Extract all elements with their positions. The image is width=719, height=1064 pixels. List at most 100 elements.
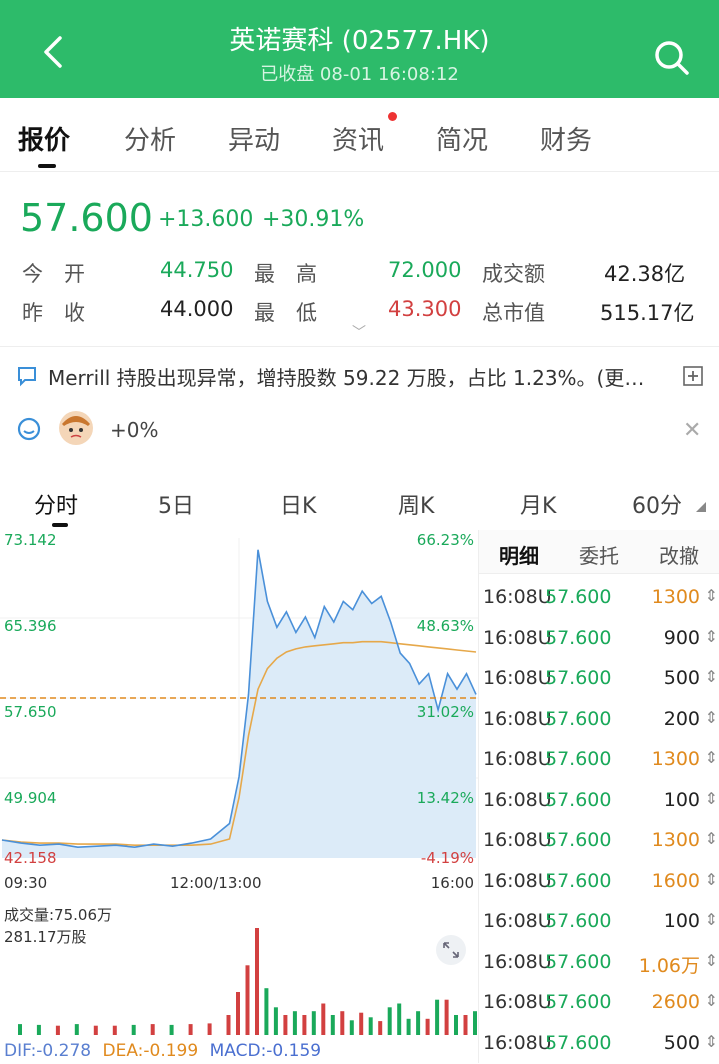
tick-time: 16:08U [483,829,552,851]
tab-details[interactable]: 明细 [499,540,539,569]
volume-bar [112,1025,117,1035]
y-pct-4: 13.42% [417,789,474,807]
y-pct-2: 48.63% [417,617,474,635]
x-label-mid: 12:00/13:00 [170,874,262,892]
tick-time: 16:08U [483,748,552,770]
tick-time: 16:08U [483,626,552,649]
tick-row: 16:08U 57.600 100 ⇕ [479,781,719,821]
updown-arrow-icon: ⇕ [704,869,718,889]
tick-volume: 200 [663,707,700,730]
volume-bar [93,1025,98,1035]
volume-bar [349,1020,354,1035]
updown-arrow-icon: ⇕ [704,748,718,767]
volume-bar [55,1025,60,1035]
expand-chevron-icon[interactable]: ﹀ [352,322,366,342]
volume-bar [74,1024,79,1035]
x-label-open: 09:30 [4,874,47,892]
price-change: +13.600 [158,207,254,232]
trade-ticks-panel: 明细 委托 改撤 16:08U 57.600 1300 ⇕ 16:08U 57.600 90… [478,530,719,1063]
tick-price: 57.600 [545,626,612,649]
updown-arrow-icon: ⇕ [704,707,718,727]
stock-title: 英诺赛科 (02577.HK) [229,26,490,56]
intraday-chart[interactable]: 73.142 65.396 57.650 49.904 42.158 66.23… [0,530,478,1063]
high-label: 最 高 [254,262,317,286]
tick-volume: 1.06万 [638,954,700,977]
updown-arrow-icon: ⇕ [704,991,718,1010]
app-header: 英诺赛科 (02577.HK) 已收盘 08-01 16:08:12 [0,0,719,98]
volume-bar [18,1024,22,1035]
volume-bar [444,999,449,1035]
tick-row: 16:08U 57.600 100 ⇕ [479,902,719,942]
tick-time: 16:08U [483,869,552,892]
period-active-indicator [52,523,68,527]
tick-row: 16:08U 57.600 200 ⇕ [479,700,719,740]
tab-quote[interactable]: 报价 [18,120,70,157]
tab-movement[interactable]: 异动 [228,120,280,157]
tick-volume: 1300 [651,829,700,851]
updown-arrow-icon: ⇕ [704,829,718,848]
y-label-mid: 57.650 [4,703,57,721]
updown-arrow-icon: ⇕ [704,586,718,605]
divider [0,346,719,347]
ticks-header: 明细 委托 改撤 [479,530,719,574]
volume-bar [378,1021,383,1035]
close-icon[interactable]: ✕ [683,418,701,443]
volume-bar [264,988,269,1035]
volume-bar [454,1015,458,1035]
avatar-icon [59,411,93,445]
low-label: 最 低 [254,301,317,325]
tick-time: 16:08U [483,707,552,730]
tick-volume: 100 [663,910,700,932]
macd-dif: DIF:-0.278 [4,1041,92,1061]
period-60min[interactable]: 60分 [632,488,682,520]
tick-volume: 1300 [651,748,700,770]
tab-analysis[interactable]: 分析 [124,120,176,157]
tab-cancels[interactable]: 改撤 [659,540,699,569]
y-pct-mid: 31.02% [417,703,474,721]
volume-bar [340,1011,345,1035]
updown-arrow-icon: ⇕ [704,788,718,808]
tab-profile[interactable]: 简况 [436,120,488,157]
period-monthly[interactable]: 月K [520,488,556,520]
volume-bar [321,1003,326,1035]
market-cap-label: 总市值 [482,301,545,325]
tick-row: 16:08U 57.600 1300 ⇕ [479,821,719,861]
comment-icon [18,367,36,387]
tick-price: 57.600 [545,667,612,689]
period-intraday[interactable]: 分时 [34,488,78,520]
news-ticker[interactable]: Merrill 持股出现异常，增持股数 59.22 万股，占比 1.23%。(更… [16,362,706,390]
updown-arrow-icon: ⇕ [704,667,718,686]
tick-time: 16:08U [483,991,552,1013]
tick-price: 57.600 [545,991,612,1013]
tick-price: 57.600 [545,748,612,770]
period-daily[interactable]: 日K [280,488,316,520]
search-icon[interactable] [650,36,694,80]
volume-bar [255,928,259,1035]
tick-row: 16:08U 57.600 1600 ⇕ [479,862,719,902]
tick-time: 16:08U [483,586,552,608]
add-icon[interactable] [682,365,704,387]
volume-bar [36,1024,41,1035]
tick-row: 16:08U 57.600 900 ⇕ [479,619,719,659]
volume-bar [406,1018,411,1035]
tab-finance[interactable]: 财务 [540,120,592,157]
period-5d[interactable]: 5日 [158,488,194,520]
fullscreen-icon[interactable] [436,935,466,965]
dropdown-triangle-icon[interactable] [694,502,706,512]
tick-time: 16:08U [483,950,552,973]
volume-bar [236,992,240,1035]
tick-volume: 500 [663,667,700,689]
tick-volume: 2600 [651,991,700,1013]
volume-bar [311,1011,316,1035]
period-weekly[interactable]: 周K [398,488,434,520]
prev-close-label: 昨 收 [22,301,85,325]
chat-bubble-icon [17,417,41,441]
turnover-label: 成交额 [482,262,545,286]
tab-news[interactable]: 资讯 [332,120,384,157]
market-status: 已收盘 08-01 16:08:12 [260,64,459,85]
updown-arrow-icon: ⇕ [704,950,718,970]
volume-bar [425,1018,430,1035]
tab-orders[interactable]: 委托 [579,540,619,569]
volume-bar [359,1012,364,1035]
volume-bar [131,1024,136,1035]
